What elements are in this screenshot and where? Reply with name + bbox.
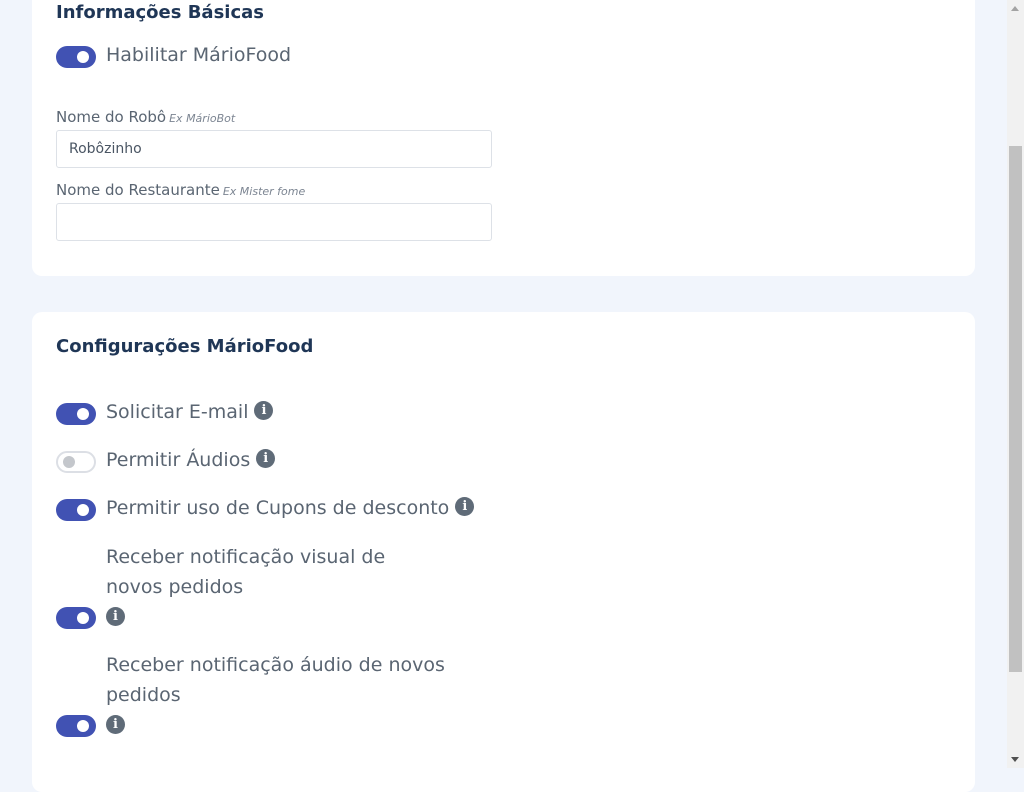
audio-notification-label: Receber notificação áudio de novos pedid… — [106, 654, 445, 706]
toggle-knob — [63, 456, 75, 468]
robot-name-label-text: Nome do Robô — [56, 108, 167, 126]
request-email-label-text: Solicitar E-mail — [106, 401, 249, 423]
request-email-label: Solicitar E-mail i — [106, 401, 274, 423]
robot-name-input[interactable] — [56, 130, 492, 168]
restaurant-name-hint: Ex Mister fome — [222, 185, 306, 198]
visual-notification-label: Receber notificação visual de novos pedi… — [106, 546, 386, 598]
robot-name-label: Nome do Robô Ex MárioBot — [56, 108, 235, 126]
allow-audio-label: Permitir Áudios i — [106, 449, 276, 471]
toggle-knob — [77, 51, 89, 63]
robot-name-hint: Ex MárioBot — [169, 112, 236, 125]
settings-title: Configurações MárioFood — [56, 336, 314, 357]
toggle-knob — [77, 720, 89, 732]
restaurant-name-label: Nome do Restaurante Ex Mister fome — [56, 181, 305, 199]
scroll-down-arrow-icon[interactable] — [1011, 757, 1019, 762]
scrollbar-thumb[interactable] — [1009, 146, 1022, 672]
visual-notification-toggle[interactable] — [56, 607, 96, 629]
toggle-knob — [77, 612, 89, 624]
settings-card: Configurações MárioFood Solicitar E-mail… — [32, 312, 975, 792]
info-icon[interactable]: i — [455, 497, 475, 516]
allow-audio-label-text: Permitir Áudios — [106, 449, 251, 471]
scroll-up-arrow-icon[interactable] — [1011, 6, 1019, 11]
info-icon[interactable]: i — [254, 401, 274, 420]
toggle-knob — [77, 504, 89, 516]
info-icon[interactable]: i — [106, 715, 125, 734]
info-icon[interactable]: i — [106, 607, 125, 626]
request-email-toggle[interactable] — [56, 403, 96, 425]
basic-info-card: Informações Básicas Habilitar MárioFood … — [32, 0, 975, 276]
allow-coupons-toggle[interactable] — [56, 499, 96, 521]
allow-coupons-label: Permitir uso de Cupons de desconto i — [106, 497, 475, 519]
audio-notification-toggle[interactable] — [56, 715, 96, 737]
restaurant-name-input[interactable] — [56, 203, 492, 241]
page-scrollbar[interactable] — [1007, 0, 1024, 768]
allow-coupons-label-text: Permitir uso de Cupons de desconto — [106, 497, 450, 519]
toggle-knob — [77, 408, 89, 420]
enable-mariofood-label: Habilitar MárioFood — [106, 44, 292, 66]
restaurant-name-label-text: Nome do Restaurante — [56, 181, 220, 199]
info-icon[interactable]: i — [256, 449, 276, 468]
enable-mariofood-toggle[interactable] — [56, 46, 96, 68]
basic-info-title: Informações Básicas — [56, 2, 264, 23]
allow-audio-toggle[interactable] — [56, 451, 96, 473]
